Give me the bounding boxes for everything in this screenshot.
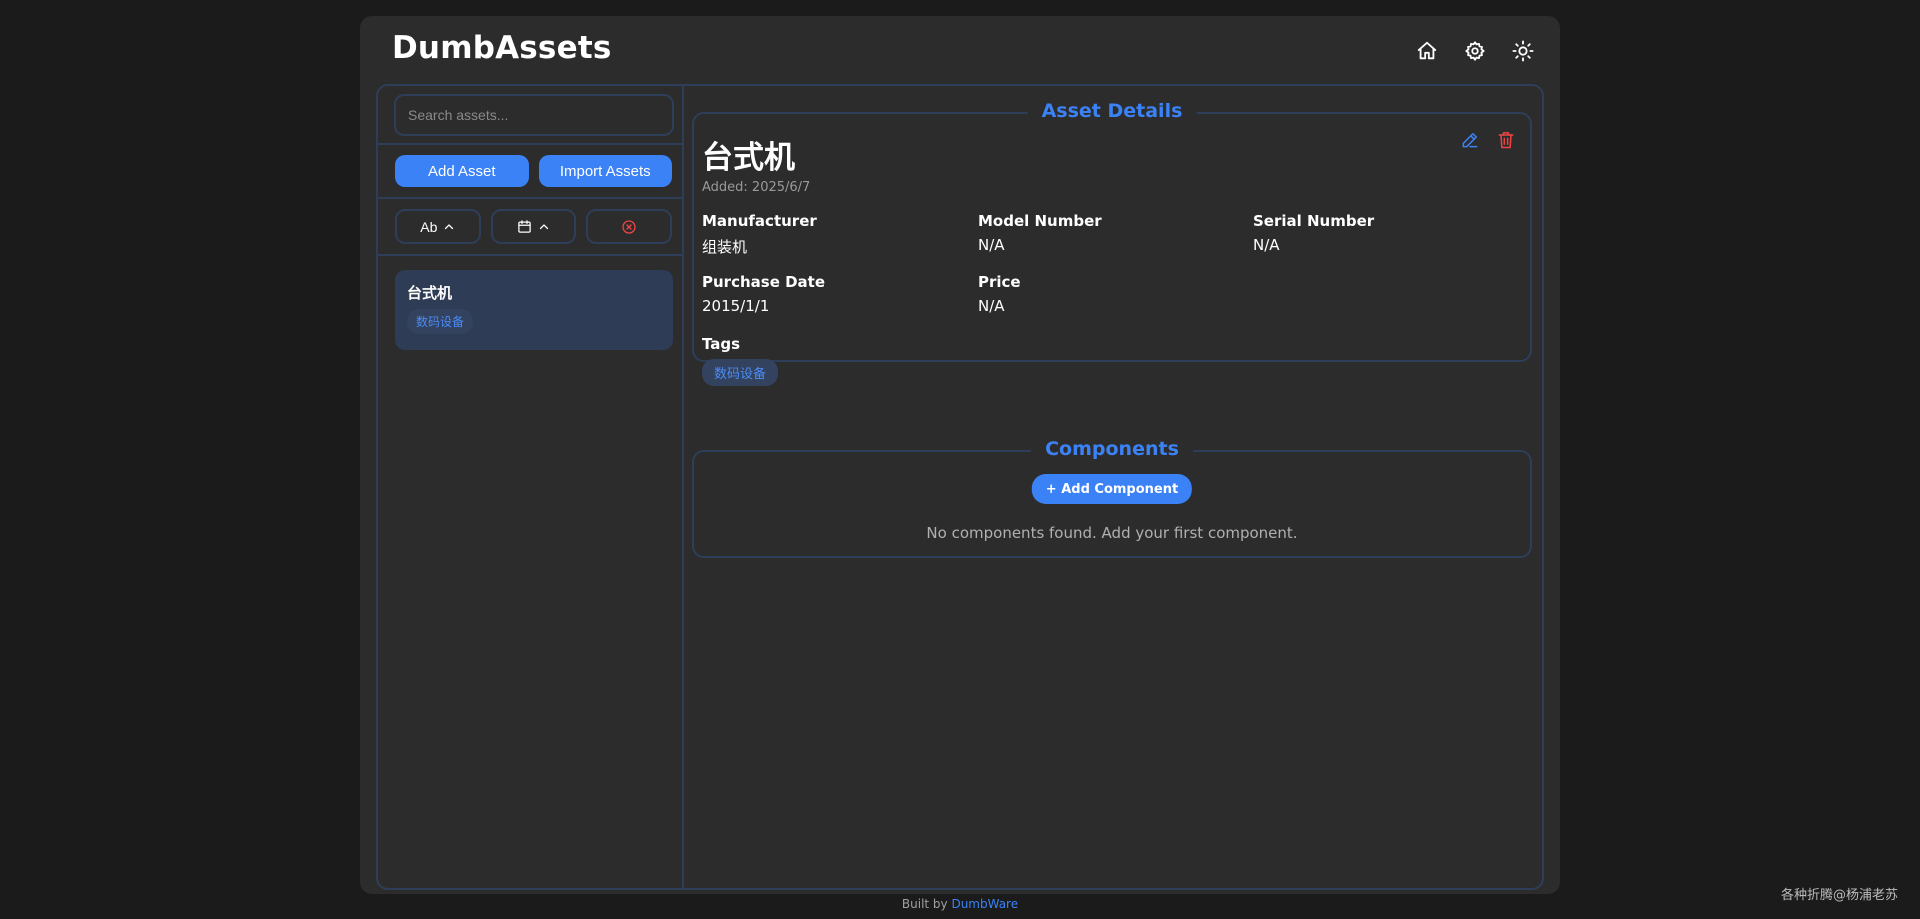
sort-by-name-button[interactable]: Ab [395, 209, 481, 244]
search-input[interactable] [394, 94, 674, 136]
settings-icon[interactable] [1462, 38, 1488, 64]
footer: Built by DumbWare [0, 897, 1920, 911]
clear-filter-icon [621, 219, 637, 235]
model-number-value: N/A [978, 236, 1005, 254]
app-title: DumbAssets [392, 30, 612, 66]
sort-by-date-button[interactable] [490, 209, 577, 244]
clear-filters-button[interactable] [586, 209, 673, 244]
asset-actions: Add Asset Import Assets [378, 145, 682, 199]
tags-label: Tags [702, 335, 741, 353]
components-legend: Components [1031, 438, 1193, 460]
price-field: Price N/A [978, 273, 1238, 315]
price-value: N/A [978, 297, 1005, 315]
calendar-icon [517, 219, 532, 234]
price-label: Price [978, 273, 1021, 291]
header-actions [1414, 38, 1536, 64]
add-component-button[interactable]: + Add Component [1031, 474, 1193, 504]
asset-detail-actions [1460, 130, 1516, 150]
import-assets-button[interactable]: Import Assets [538, 155, 672, 187]
serial-number-label: Serial Number [1253, 212, 1375, 230]
model-number-label: Model Number [978, 212, 1102, 230]
sort-name-label: Ab [420, 218, 438, 235]
watermark: 各种折腾@杨浦老苏 [1780, 888, 1898, 903]
sort-controls: Ab [378, 199, 682, 256]
asset-added-date: Added: 2025/6/7 [702, 180, 811, 195]
home-icon[interactable] [1414, 38, 1440, 64]
chevron-up-icon [538, 221, 550, 233]
chevron-up-icon [443, 221, 455, 233]
asset-tag[interactable]: 数码设备 [702, 359, 779, 386]
app-container: DumbAssets Search assets... Add Asset Im… [360, 16, 1560, 894]
edit-icon[interactable] [1460, 130, 1480, 150]
manufacturer-label: Manufacturer [702, 212, 817, 230]
theme-toggle-icon[interactable] [1510, 38, 1536, 64]
asset-list-item[interactable]: 台式机 数码设备 [395, 270, 673, 350]
purchase-date-field: Purchase Date 2015/1/1 [702, 273, 962, 315]
search-area [378, 86, 682, 145]
asset-list-item-name: 台式机 [407, 284, 453, 302]
serial-number-field: Serial Number N/A [1253, 212, 1513, 254]
footer-prefix: Built by [901, 897, 952, 911]
asset-details-section: Asset Details 台式机 Added: 2025/6/7 Manufa… [692, 100, 1532, 386]
asset-details-legend: Asset Details [1027, 100, 1197, 122]
purchase-date-label: Purchase Date [702, 273, 826, 291]
content-area: Asset Details 台式机 Added: 2025/6/7 Manufa… [684, 86, 1542, 888]
manufacturer-field: Manufacturer 组装机 [702, 212, 962, 257]
delete-icon[interactable] [1496, 130, 1516, 150]
manufacturer-value: 组装机 [702, 238, 748, 256]
sidebar: Add Asset Import Assets Ab [378, 86, 684, 888]
components-section: Components + Add Component No components… [692, 438, 1532, 558]
purchase-date-value: 2015/1/1 [702, 297, 770, 315]
model-number-field: Model Number N/A [978, 212, 1238, 254]
main-frame: Add Asset Import Assets Ab [376, 84, 1544, 890]
asset-title: 台式机 [702, 140, 795, 176]
asset-tag[interactable]: 数码设备 [407, 309, 474, 334]
components-empty-message: No components found. Add your first comp… [926, 524, 1298, 542]
footer-link[interactable]: DumbWare [951, 897, 1018, 911]
add-asset-button[interactable]: Add Asset [395, 155, 529, 187]
serial-number-value: N/A [1253, 236, 1280, 254]
tags-field: Tags 数码设备 [702, 335, 962, 386]
